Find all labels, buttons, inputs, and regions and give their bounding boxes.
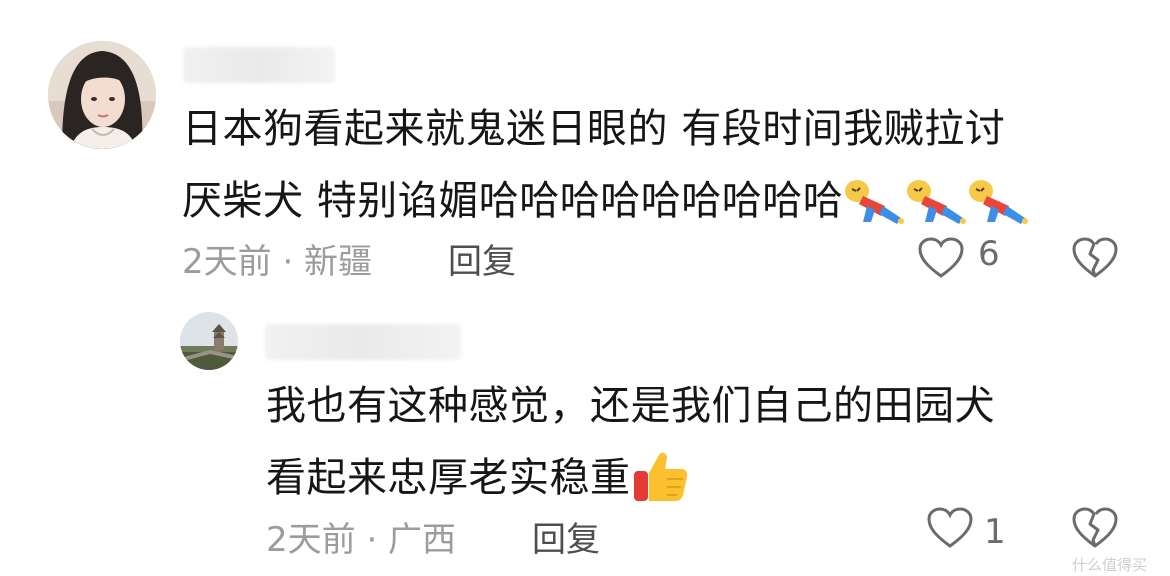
like-count: 6	[978, 234, 1000, 274]
falling-person-icon	[967, 176, 1029, 228]
heart-icon[interactable]	[926, 506, 974, 550]
comment-line: 日本狗看起来就鬼迷日眼的 有段时间我贼拉讨	[182, 106, 1006, 152]
watermark: 什么值得买	[1072, 557, 1148, 574]
heart-icon[interactable]	[917, 236, 965, 280]
avatar[interactable]	[48, 41, 156, 149]
broken-heart-icon[interactable]	[1071, 506, 1119, 550]
reply-button[interactable]: 回复	[448, 234, 516, 283]
comment-line: 我也有这种感觉，还是我们自己的田园犬	[266, 383, 995, 429]
comment-line: 厌柴犬 特别谄媚哈哈哈哈哈哈哈哈哈	[182, 165, 1029, 237]
comment-line: 看起来忠厚老实稳重	[266, 442, 995, 514]
falling-person-icon	[905, 176, 967, 228]
comment-line-text: 厌柴犬 特别谄媚哈哈哈哈哈哈哈哈哈	[182, 178, 844, 224]
comment-thread: 日本狗看起来就鬼迷日眼的 有段时间我贼拉讨 厌柴犬 特别谄媚哈哈哈哈哈哈哈哈哈	[0, 0, 1170, 576]
author-name-blurred[interactable]	[265, 324, 461, 360]
falling-person-icon	[843, 176, 905, 228]
comment-body: 日本狗看起来就鬼迷日眼的 有段时间我贼拉讨 厌柴犬 特别谄媚哈哈哈哈哈哈哈哈哈	[182, 93, 1029, 237]
comment-meta: 2天前 · 新疆	[182, 242, 373, 282]
comment-body: 我也有这种感觉，还是我们自己的田园犬 看起来忠厚老实稳重	[266, 370, 995, 514]
like-count: 1	[984, 512, 1006, 552]
author-name-blurred[interactable]	[183, 47, 335, 83]
comment-meta: 2天前 · 广西	[266, 520, 457, 560]
thumbs-up-icon	[631, 449, 691, 505]
broken-heart-icon[interactable]	[1071, 236, 1119, 280]
comment-line-text: 看起来忠厚老实稳重	[266, 455, 631, 501]
avatar[interactable]	[180, 312, 238, 370]
reply-button[interactable]: 回复	[532, 512, 600, 561]
